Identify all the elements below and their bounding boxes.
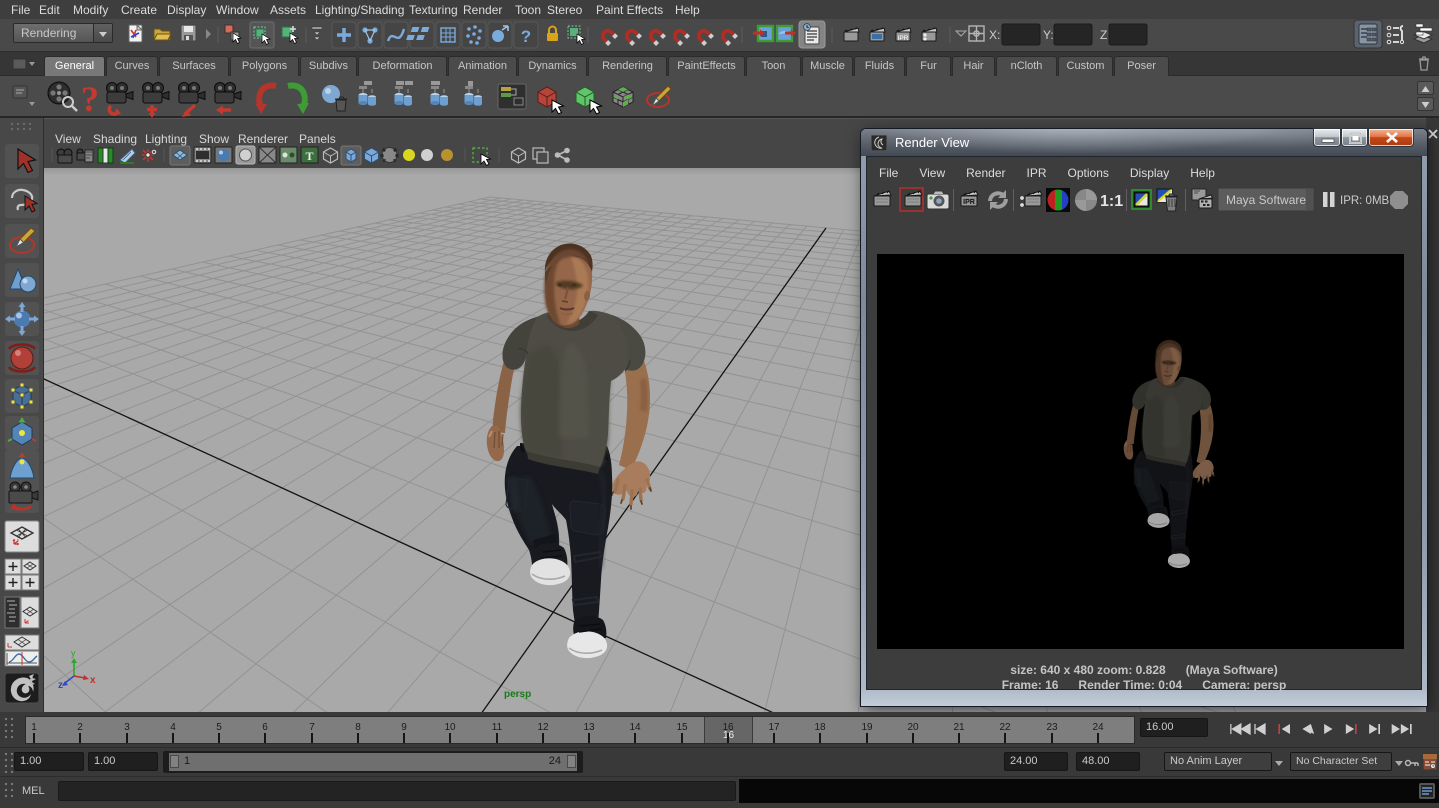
svg-text:?: ?: [81, 79, 99, 118]
svg-text:z: z: [58, 680, 63, 691]
svg-text:IPR: IPR: [898, 35, 909, 42]
svg-text:Maya Software: Maya Software: [1226, 193, 1306, 207]
svg-text:X:: X:: [989, 28, 1000, 42]
svg-text:1:1: 1:1: [1100, 193, 1123, 210]
svg-text:Y:: Y:: [1043, 28, 1054, 42]
svg-text:x: x: [90, 675, 96, 686]
svg-text:?: ?: [521, 27, 531, 46]
svg-text:IPR: IPR: [963, 199, 975, 206]
svg-text:y: y: [71, 648, 76, 658]
svg-text:IPR: 0MB: IPR: 0MB: [1340, 195, 1390, 207]
svg-text:persp: persp: [504, 689, 531, 700]
svg-text:T: T: [305, 149, 313, 163]
